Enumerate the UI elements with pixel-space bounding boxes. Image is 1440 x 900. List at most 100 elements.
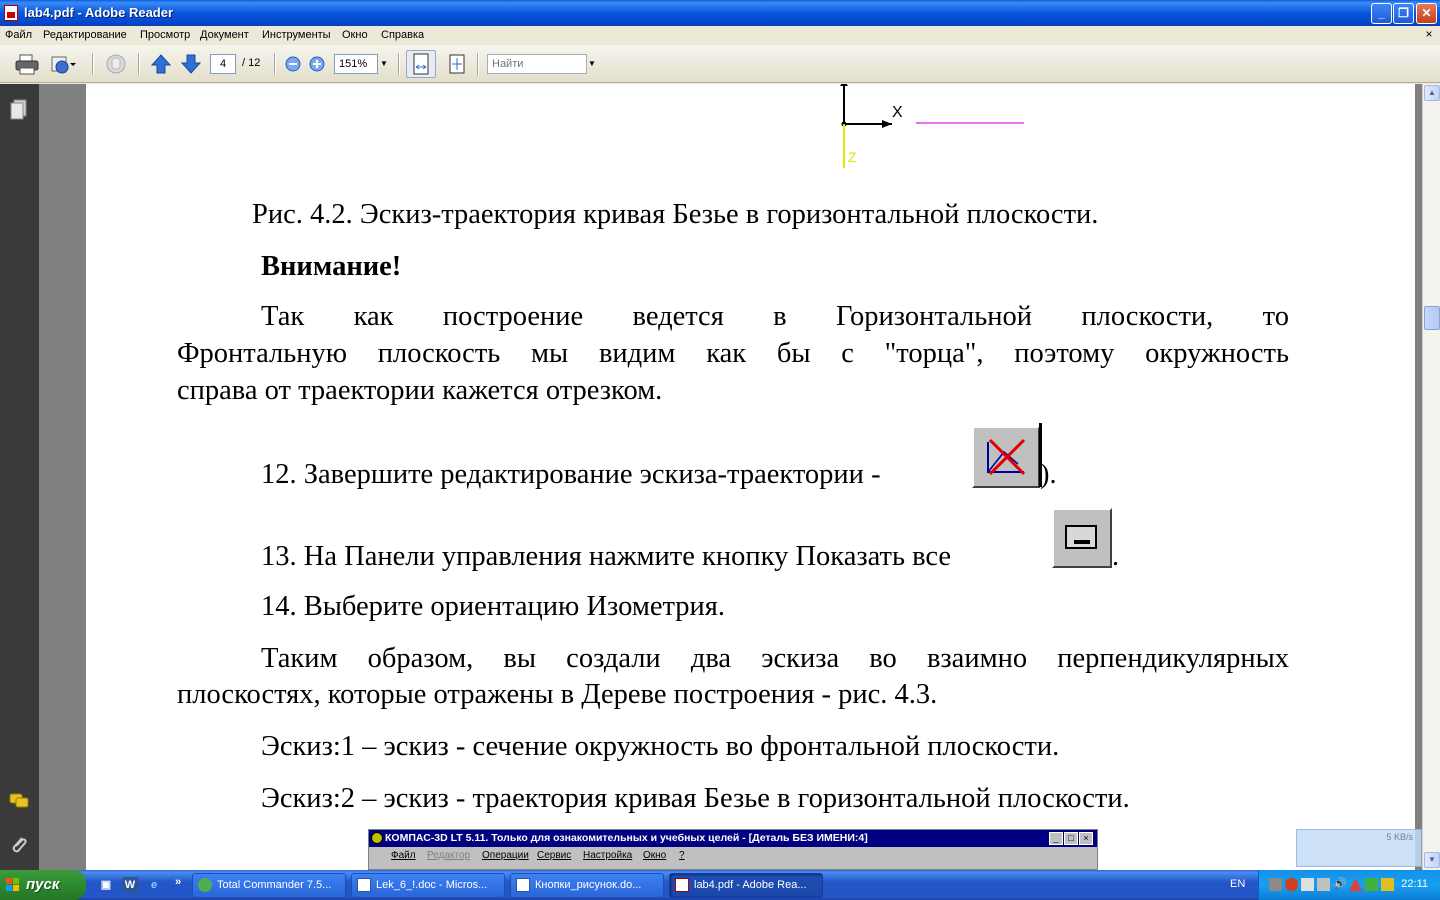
- close-button[interactable]: ✕: [1416, 3, 1437, 24]
- paragraph-line: Таким образом, вы создали два эскиза во …: [261, 643, 1289, 674]
- ie-icon[interactable]: e: [146, 877, 162, 893]
- fit-page-icon: [449, 54, 465, 74]
- adobe-reader-window: lab4.pdf - Adobe Reader _ ❐ ✕ Файл Редак…: [0, 0, 1440, 870]
- network-icon[interactable]: [1269, 878, 1282, 891]
- fit-width-button[interactable]: [406, 50, 436, 78]
- scroll-thumb[interactable]: [1424, 306, 1440, 330]
- figure-axes: [840, 84, 1024, 168]
- language-indicator[interactable]: EN: [1230, 878, 1245, 890]
- menu-window[interactable]: Окно: [342, 29, 368, 41]
- zoom-out-icon: [285, 56, 301, 72]
- attachments-panel-button[interactable]: [9, 834, 29, 856]
- task-total-commander[interactable]: Total Commander 7.5...: [192, 873, 346, 898]
- show-all-button-image: [1052, 508, 1112, 568]
- task-adobe-reader[interactable]: lab4.pdf - Adobe Rea...: [669, 873, 823, 898]
- paragraph-line: Фронтальную плоскость мы видим как бы с …: [177, 338, 1289, 369]
- kompas-title-buttons: _ □ ×: [1049, 832, 1093, 845]
- pages-icon: [10, 99, 27, 120]
- email-button[interactable]: [48, 53, 76, 75]
- arrow-up-icon: [150, 54, 172, 74]
- pdf-app-icon: [4, 5, 18, 21]
- attention-heading: Внимание!: [261, 251, 402, 282]
- step-13-tail: .: [1112, 541, 1120, 572]
- figure-caption: Рис. 4.2. Эскиз-траектория кривая Безье …: [252, 199, 1099, 230]
- step-12-tail: ).: [1040, 459, 1057, 490]
- minimize-button[interactable]: _: [1371, 3, 1392, 24]
- hand-tool-button[interactable]: [103, 53, 129, 75]
- embedded-kompas-screenshot: КОМПАС-3D LT 5.11. Только для ознакомите…: [368, 829, 1098, 870]
- document-viewport[interactable]: X Z Рис. 4.2. Эскиз-траектория кривая Бе…: [39, 84, 1422, 870]
- zoom-dropdown-arrow[interactable]: ▼: [379, 54, 389, 74]
- page-number-input[interactable]: 4: [210, 54, 236, 74]
- menu-edit[interactable]: Редактирование: [43, 29, 127, 41]
- kompas-menu-item: ?: [679, 850, 685, 861]
- menu-help[interactable]: Справка: [381, 29, 424, 41]
- step-13-text: 13. На Панели управления нажмите кнопку …: [261, 541, 952, 572]
- fit-page-button[interactable]: [446, 53, 468, 75]
- window-title: lab4.pdf - Adobe Reader: [24, 5, 174, 20]
- close-document-button[interactable]: ×: [1422, 27, 1436, 41]
- utility-icon[interactable]: [1381, 878, 1394, 891]
- clock: 22:11: [1401, 878, 1428, 890]
- search-dropdown-arrow[interactable]: ▼: [587, 54, 597, 74]
- toolbar: 4 / 12 151% ▼ ▼: [0, 45, 1440, 83]
- print-button[interactable]: [14, 53, 40, 75]
- menu-document[interactable]: Документ: [200, 29, 249, 41]
- kompas-menu-item: Сервис: [537, 850, 572, 861]
- menu-tools[interactable]: Инструменты: [262, 29, 331, 41]
- paragraph-line: Так как построение ведется в Горизонталь…: [261, 301, 1289, 332]
- paragraph-line: справа от траектории кажется отрезком.: [177, 375, 663, 406]
- kompas-menu: Файл Редактор Операции Сервис Настройка …: [369, 847, 1097, 865]
- sketch-2-text: Эскиз:2 – эскиз - траектория кривая Безь…: [261, 783, 1130, 814]
- toolbar-separator: [138, 53, 140, 75]
- network-rate: 5 KB/s: [1386, 832, 1413, 842]
- taskbar: пуск ▣ W e » Total Commander 7.5... Lek_…: [0, 870, 1440, 900]
- show-all-icon: [1065, 525, 1097, 549]
- total-commander-icon: [198, 878, 212, 892]
- task-word-lek[interactable]: Lek_6_!.doc - Micros...: [351, 873, 505, 898]
- sketch-cross-icon: [987, 438, 1026, 476]
- word-doc-icon: [357, 878, 371, 892]
- scroll-up-button[interactable]: ▲: [1424, 85, 1440, 101]
- next-page-button[interactable]: [180, 53, 202, 75]
- usb-icon[interactable]: [1317, 878, 1330, 891]
- nvidia-icon[interactable]: [1365, 878, 1378, 891]
- pages-panel-button[interactable]: [9, 98, 29, 120]
- comments-panel-button[interactable]: [9, 790, 29, 812]
- paragraph-line: плоскостях, которые отражены в Дереве по…: [177, 679, 938, 710]
- paperclip-icon: [12, 837, 27, 853]
- zoom-input[interactable]: 151%: [334, 54, 378, 74]
- step-14-text: 14. Выберите ориентацию Изометрия.: [261, 591, 726, 622]
- kompas-title: КОМПАС-3D LT 5.11. Только для ознакомите…: [369, 830, 1097, 847]
- quicklaunch-more-button[interactable]: »: [170, 874, 186, 890]
- menu-view[interactable]: Просмотр: [140, 29, 190, 41]
- alert-icon[interactable]: [1349, 878, 1362, 891]
- previous-page-button[interactable]: [150, 53, 172, 75]
- system-tray: 🔊 22:11: [1258, 870, 1440, 900]
- zoom-out-button[interactable]: [284, 53, 302, 75]
- vertical-scrollbar[interactable]: ▲ ▼: [1422, 84, 1440, 870]
- device-icon[interactable]: [1301, 878, 1314, 891]
- kompas-menu-item: Настройка: [583, 850, 633, 861]
- email-icon: [51, 56, 76, 74]
- title-bar[interactable]: lab4.pdf - Adobe Reader _ ❐ ✕: [0, 0, 1440, 26]
- start-button[interactable]: пуск: [0, 870, 86, 900]
- navigation-pane: [0, 84, 39, 870]
- kompas-menu-item: Окно: [643, 850, 667, 861]
- comments-icon: [9, 793, 29, 808]
- menu-file[interactable]: Файл: [5, 29, 32, 41]
- toolbar-separator: [92, 53, 94, 75]
- show-desktop-icon[interactable]: ▣: [98, 877, 114, 893]
- word-icon[interactable]: W: [122, 877, 138, 893]
- antivirus-icon[interactable]: [1285, 878, 1298, 891]
- scroll-down-button[interactable]: ▼: [1424, 852, 1440, 868]
- volume-icon[interactable]: 🔊: [1333, 878, 1347, 891]
- toolbar-separator: [274, 53, 276, 75]
- search-input[interactable]: [487, 54, 587, 74]
- start-label: пуск: [26, 876, 60, 893]
- maximize-button[interactable]: ❐: [1393, 3, 1414, 24]
- task-word-knopki[interactable]: Кнопки_рисунок.do...: [510, 873, 664, 898]
- zoom-in-icon: [309, 56, 325, 72]
- zoom-in-button[interactable]: [308, 53, 326, 75]
- pdf-page: X Z Рис. 4.2. Эскиз-траектория кривая Бе…: [86, 84, 1415, 870]
